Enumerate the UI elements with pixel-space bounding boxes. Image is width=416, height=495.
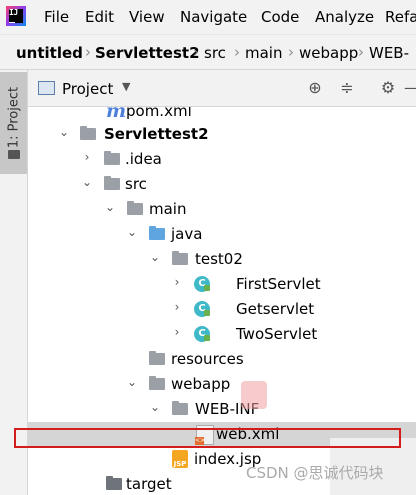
watermark: CSDN @思诚代码块 [246, 464, 384, 482]
chevron-right-icon[interactable]: › [170, 300, 184, 314]
tree-row-servlettest2[interactable]: ⌄ Servlettest2 [28, 122, 416, 147]
tree-label: target [126, 475, 172, 493]
menu-bar: IJ File Edit View Navigate Code Analyze … [0, 0, 416, 35]
class-icon: C [194, 276, 210, 292]
class-icon: C [194, 326, 210, 342]
breadcrumb-untitled[interactable]: untitled [16, 44, 83, 62]
project-tool-tab[interactable]: 1: Project [0, 72, 27, 174]
menu-edit[interactable]: Edit [85, 8, 114, 26]
tree-row-src[interactable]: ⌄ src [28, 172, 416, 197]
chevron-down-icon[interactable]: ⌄ [148, 250, 162, 264]
chevron-right-icon[interactable]: › [80, 150, 94, 164]
folder-icon [8, 150, 20, 159]
project-view-icon [38, 81, 55, 95]
class-icon: C [194, 301, 210, 317]
breadcrumb-separator: › [288, 43, 294, 61]
chevron-down-icon[interactable]: ⌄ [125, 375, 139, 389]
jsp-file-icon: JSP [172, 450, 188, 468]
menu-refactor[interactable]: Refa [385, 8, 416, 26]
tree-label: test02 [195, 250, 243, 268]
tree-label: java [171, 225, 203, 243]
folder-icon [172, 401, 188, 415]
breadcrumb-webapp[interactable]: webapp [299, 44, 358, 62]
chevron-right-icon[interactable]: › [170, 275, 184, 289]
tree-row-webapp[interactable]: ⌄ webapp [28, 372, 416, 397]
menu-view[interactable]: View [129, 8, 165, 26]
breadcrumb-separator: › [234, 43, 240, 61]
menu-file[interactable]: File [44, 8, 69, 26]
project-view-selector[interactable]: Project [62, 80, 113, 98]
chevron-down-icon[interactable]: ⌄ [125, 225, 139, 239]
tree-row-test02[interactable]: ⌄ test02 [28, 247, 416, 272]
tree-label: pom.xml [126, 107, 192, 120]
chevron-right-icon[interactable]: › [170, 325, 184, 339]
chevron-down-icon[interactable]: ⌄ [103, 200, 117, 214]
chevron-down-icon[interactable]: ⌄ [148, 400, 162, 414]
tree-row-idea[interactable]: › .idea [28, 147, 416, 172]
module-folder-icon [80, 126, 96, 140]
tree-label: .idea [125, 150, 162, 168]
search-overlay-icon [241, 381, 267, 409]
chevron-down-icon[interactable]: ⌄ [80, 175, 94, 189]
project-panel-header: Project ▼ ⊕ ≑ ⚙ — [28, 70, 416, 107]
tree-label: resources [171, 350, 244, 368]
package-icon [172, 251, 188, 265]
breadcrumb-separator: › [358, 43, 364, 61]
tree-row-resources[interactable]: resources [28, 347, 416, 372]
breadcrumb-separator: › [85, 43, 91, 61]
menu-navigate[interactable]: Navigate [180, 8, 247, 26]
tree-label: FirstServlet [236, 275, 321, 293]
maven-icon: m [106, 107, 127, 122]
web-folder-icon [149, 376, 165, 390]
tree-label: Servlettest2 [104, 125, 209, 143]
breadcrumb-web-inf[interactable]: WEB- [369, 44, 409, 62]
breadcrumb-separator: › [193, 43, 199, 61]
tree-row-java[interactable]: ⌄ java [28, 222, 416, 247]
folder-icon [106, 476, 122, 490]
tree-label: Getservlet [236, 300, 315, 318]
breadcrumb-src[interactable]: src [204, 44, 226, 62]
folder-icon [104, 151, 120, 165]
tree-label: main [149, 200, 187, 218]
folder-icon [104, 176, 120, 190]
hide-panel-icon[interactable]: — [402, 78, 416, 98]
project-tool-tab-label: 1: Project [6, 86, 22, 149]
tree-label: src [125, 175, 147, 193]
tree-label: webapp [171, 375, 231, 393]
red-highlight-box [14, 428, 401, 448]
breadcrumb: untitled › Servlettest2 › src › main › w… [0, 35, 416, 70]
chevron-down-icon[interactable]: ⌄ [57, 125, 71, 139]
menu-analyze[interactable]: Analyze [315, 8, 374, 26]
locate-icon[interactable]: ⊕ [305, 78, 325, 98]
resources-folder-icon [149, 351, 165, 365]
breadcrumb-main[interactable]: main [245, 44, 282, 62]
tree-row-firstservlet[interactable]: › C FirstServlet [28, 272, 416, 297]
tree-row-getservlet[interactable]: › C Getservlet [28, 297, 416, 322]
breadcrumb-servlettest2[interactable]: Servlettest2 [95, 44, 200, 62]
tree-label: TwoServlet [236, 325, 318, 343]
tree-row-web-inf[interactable]: ⌄ WEB-INF [28, 397, 416, 422]
tree-row-twoservlet[interactable]: › C TwoServlet [28, 322, 416, 347]
menu-code[interactable]: Code [261, 8, 299, 26]
folder-icon [127, 201, 143, 215]
gear-icon[interactable]: ⚙ [378, 78, 398, 98]
source-folder-icon [149, 226, 165, 240]
chevron-down-icon[interactable]: ▼ [122, 80, 130, 93]
collapse-all-icon[interactable]: ≑ [337, 78, 357, 98]
tree-row-main[interactable]: ⌄ main [28, 197, 416, 222]
intellij-logo-icon: IJ [6, 6, 26, 26]
